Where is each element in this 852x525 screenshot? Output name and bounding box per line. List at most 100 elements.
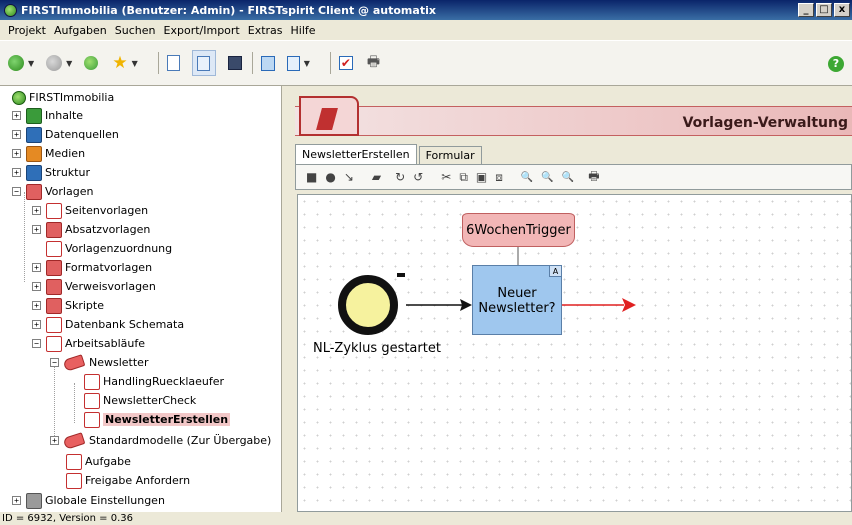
tree-item-newsletter-folder[interactable]: − Newsletter	[50, 353, 148, 372]
tree-item-inhalte[interactable]: + Inhalte	[12, 106, 83, 125]
task-node[interactable]: A Neuer Newsletter?	[472, 265, 562, 335]
minimize-button[interactable]: _	[798, 3, 814, 17]
project-tree[interactable]: FIRSTImmobilia + Inhalte + Datenquellen …	[0, 86, 282, 512]
window-titlebar: FIRSTImmobilia (Benutzer: Admin) - FIRST…	[0, 0, 852, 20]
expand-plus-icon[interactable]: +	[12, 496, 21, 505]
zoom-out-icon[interactable]: 🔍	[541, 172, 553, 183]
zoom-in-icon[interactable]: 🔍	[521, 172, 533, 183]
tree-item-aufgabe[interactable]: Aufgabe	[66, 452, 131, 471]
tree-item-verweisvorlagen[interactable]: + Verweisvorlagen	[32, 277, 156, 296]
release-icon	[286, 55, 300, 71]
circle-tool-icon[interactable]: ●	[325, 170, 335, 184]
tree-item-label: NewsletterCheck	[103, 394, 197, 407]
close-button[interactable]: x	[834, 3, 850, 17]
trigger-node[interactable]: 6WochenTrigger	[462, 213, 575, 247]
preview-icon	[260, 55, 275, 71]
tree-item-label: Vorlagenzuordnung	[65, 242, 173, 255]
rectangle-tool-icon[interactable]: ■	[306, 170, 317, 184]
workflow-icon	[66, 453, 82, 470]
expand-plus-icon[interactable]: +	[32, 206, 41, 215]
tree-item-label: FIRSTImmobilia	[29, 91, 115, 104]
cut-icon[interactable]: ✂	[441, 170, 451, 184]
properties-tool-icon[interactable]: ▰	[372, 170, 381, 184]
tree-item-label: Aufgabe	[85, 455, 131, 468]
menu-extras[interactable]: Extras	[244, 24, 287, 37]
menu-projekt[interactable]: Projekt	[4, 24, 50, 37]
edit-button[interactable]	[191, 50, 216, 76]
tree-item-formatvorlagen[interactable]: + Formatvorlagen	[32, 258, 152, 277]
favorites-button[interactable]: ★ ▼	[112, 50, 147, 76]
workflows-icon	[46, 335, 62, 352]
check-button[interactable]: ✔	[338, 50, 353, 76]
workflow-icon	[84, 373, 100, 390]
print-icon[interactable]: 🖶	[588, 167, 599, 188]
tree-item-seitenvorlagen[interactable]: + Seitenvorlagen	[32, 201, 148, 220]
tree-item-newsletter-check[interactable]: NewsletterCheck	[84, 391, 196, 410]
preview-button[interactable]	[260, 50, 275, 76]
zoom-fit-icon[interactable]: 🔍	[562, 172, 574, 183]
redo-icon[interactable]: ↻	[395, 170, 405, 184]
maximize-button[interactable]: □	[816, 3, 832, 17]
save-button[interactable]	[227, 50, 242, 76]
page-title: Vorlagen-Verwaltung	[682, 115, 848, 131]
menu-suchen[interactable]: Suchen	[111, 24, 160, 37]
tab-formular[interactable]: Formular	[418, 146, 482, 164]
tree-item-vorlagenzuordnung[interactable]: Vorlagenzuordnung	[46, 239, 172, 258]
expand-plus-icon[interactable]: +	[32, 320, 41, 329]
release-button[interactable]: ▼	[286, 50, 320, 76]
expand-plus-icon[interactable]: +	[12, 168, 21, 177]
tree-item-arbeitsablaeufe[interactable]: − Arbeitsabläufe	[32, 334, 145, 353]
expand-plus-icon[interactable]: +	[32, 301, 41, 310]
main-panel: Vorlagen-Verwaltung NewsletterErstellen …	[283, 86, 852, 512]
start-state-node[interactable]	[338, 275, 398, 335]
tree-item-label: Freigabe Anfordern	[85, 474, 191, 487]
tree-item-vorlagen[interactable]: − Vorlagen	[12, 182, 93, 201]
tree-item-struktur[interactable]: + Struktur	[12, 163, 90, 182]
tree-item-handling-ruecklaeufer[interactable]: HandlingRuecklaeufer	[84, 372, 224, 391]
menu-hilfe[interactable]: Hilfe	[287, 24, 320, 37]
tree-item-newsletter-erstellen[interactable]: NewsletterErstellen	[84, 410, 231, 429]
expand-plus-icon[interactable]: +	[32, 282, 41, 291]
back-button[interactable]: ▼	[8, 50, 44, 76]
tree-guide-line	[24, 192, 25, 282]
workflow-canvas[interactable]: 6WochenTrigger NL-Zyklus gestartet A Neu…	[297, 194, 852, 512]
connector-tool-icon[interactable]: ↘	[344, 170, 354, 184]
expand-plus-icon[interactable]: +	[50, 436, 59, 445]
expand-plus-icon[interactable]: +	[12, 111, 21, 120]
templates-header-icon	[299, 96, 359, 136]
tree-item-skripte[interactable]: + Skripte	[32, 296, 104, 315]
undo-icon[interactable]: ↺	[413, 170, 423, 184]
tree-item-datenquellen[interactable]: + Datenquellen	[12, 125, 119, 144]
sync-button[interactable]	[84, 50, 110, 76]
tree-item-label: Globale Einstellungen	[45, 494, 165, 507]
tree-item-globale-einstellungen[interactable]: + Globale Einstellungen	[12, 491, 165, 510]
expand-plus-icon[interactable]: +	[32, 263, 41, 272]
delete-icon[interactable]: ⧈	[495, 170, 503, 185]
collapse-minus-icon[interactable]: −	[32, 339, 41, 348]
print-button[interactable]: 🖶	[367, 50, 380, 76]
forward-button[interactable]: ▼	[46, 50, 82, 76]
copy-icon[interactable]: ⧉	[459, 170, 468, 185]
help-icon[interactable]: ?	[828, 56, 844, 72]
tree-item-root[interactable]: FIRSTImmobilia	[12, 88, 114, 107]
tree-item-medien[interactable]: + Medien	[12, 144, 85, 163]
collapse-minus-icon[interactable]: −	[12, 187, 21, 196]
expand-plus-icon[interactable]: +	[32, 225, 41, 234]
expand-plus-icon[interactable]: +	[12, 130, 21, 139]
tree-item-label: Inhalte	[45, 109, 84, 122]
collapse-minus-icon[interactable]: −	[50, 358, 59, 367]
tree-item-absatzvorlagen[interactable]: + Absatzvorlagen	[32, 220, 150, 239]
tab-newsletter-erstellen[interactable]: NewsletterErstellen	[295, 144, 417, 164]
tree-item-standardmodelle[interactable]: + Standardmodelle (Zur Übergabe)	[50, 431, 271, 450]
tree-item-label: Medien	[45, 147, 86, 160]
tree-guide-line	[54, 364, 55, 440]
menu-aufgaben[interactable]: Aufgaben	[50, 24, 111, 37]
tree-item-freigabe-anfordern[interactable]: Freigabe Anfordern	[66, 471, 190, 490]
start-state-marker	[397, 273, 405, 277]
menu-export-import[interactable]: Export/Import	[160, 24, 244, 37]
new-page-button[interactable]	[166, 50, 180, 76]
tree-item-datenbank-schemata[interactable]: + Datenbank Schemata	[32, 315, 184, 334]
expand-plus-icon[interactable]: +	[12, 149, 21, 158]
format-templates-icon	[46, 259, 62, 276]
paste-icon[interactable]: ▣	[476, 170, 487, 184]
